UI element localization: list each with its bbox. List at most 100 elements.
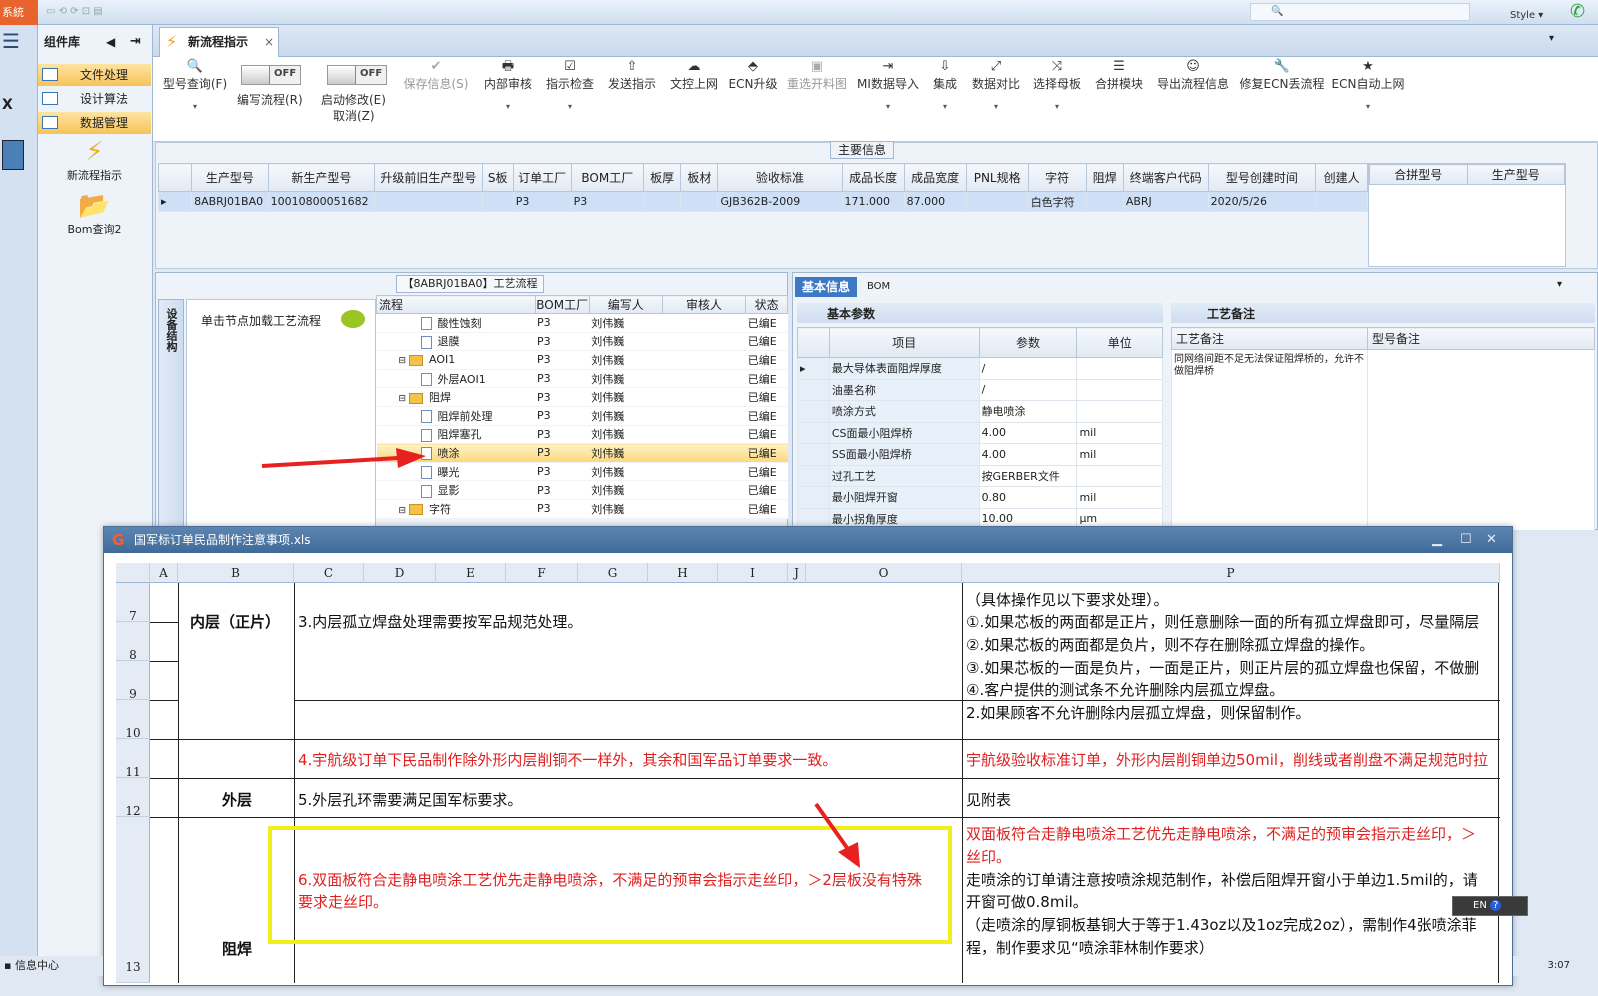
expand-icon[interactable]: ⊟ bbox=[399, 356, 407, 366]
table-cell[interactable]: 刘伟巍 bbox=[589, 406, 663, 426]
cell-p12[interactable]: 见附表 bbox=[966, 789, 1011, 810]
cell-p13-line6[interactable]: 程，制作要求见“喷涂菲林制作要求） bbox=[966, 937, 1214, 958]
column-header[interactable]: B bbox=[178, 563, 294, 583]
column-header[interactable]: F bbox=[506, 563, 578, 583]
doc-online-button[interactable]: ☁ 文控上网 bbox=[665, 59, 723, 92]
table-row[interactable]: 最小阻焊开窗 0.80 mil bbox=[797, 486, 1163, 509]
table-row[interactable]: ▸ 8ABRJ01BA0 10010800051682 P3 P3 GJB362… bbox=[157, 191, 1368, 212]
export-flow-button[interactable]: ☺ 导出流程信息 bbox=[1153, 59, 1233, 92]
table-cell[interactable]: ABRJ bbox=[1122, 191, 1209, 212]
tab-basic-info[interactable]: 基本信息 bbox=[795, 277, 857, 297]
column-header[interactable]: 参数 bbox=[978, 327, 1078, 358]
table-cell[interactable]: 已编E bbox=[745, 480, 788, 500]
table-cell[interactable]: P3 bbox=[535, 332, 590, 352]
table-cell[interactable] bbox=[680, 191, 719, 212]
info-center-link[interactable]: 信息中心 bbox=[15, 959, 59, 972]
table-cell[interactable]: 已编E bbox=[745, 369, 788, 389]
table-cell[interactable]: GJB362B-2009 bbox=[717, 191, 843, 212]
table-cell[interactable] bbox=[662, 387, 746, 407]
tab-equipment-structure[interactable]: 设备结构 bbox=[158, 299, 184, 529]
pin-icon[interactable]: ⇥ bbox=[130, 25, 141, 59]
flow-node[interactable]: 外层AOI1 bbox=[376, 369, 536, 389]
cell-p8-line1[interactable]: ①.如果芯板的两面都是正片，则任意删除一面的所有孤立焊盘即可，尽量隔层 bbox=[966, 611, 1479, 632]
style-menu[interactable]: Style ▾ bbox=[1510, 10, 1543, 21]
save-info-button[interactable]: ✔ 保存信息(S) bbox=[403, 59, 469, 92]
table-cell[interactable]: 4.00 bbox=[978, 443, 1078, 466]
row-header[interactable]: 10 bbox=[116, 700, 150, 740]
column-header[interactable]: 订单工厂 bbox=[512, 163, 572, 192]
flow-node[interactable]: 阻焊塞孔 bbox=[376, 425, 536, 445]
start-modify-toggle[interactable]: OFF bbox=[327, 65, 387, 85]
table-cell[interactable] bbox=[662, 425, 746, 445]
table-cell[interactable]: mil bbox=[1076, 443, 1163, 466]
cell-c11[interactable]: 4.宇航级订单下民品制作除外形内层削铜不一样外，其余和国军品订单要求一致。 bbox=[298, 749, 837, 770]
flow-node[interactable]: 酸性蚀刻 bbox=[376, 313, 536, 333]
library-item-data[interactable]: 数据管理 bbox=[38, 112, 151, 134]
table-cell[interactable]: 刘伟巍 bbox=[589, 499, 663, 519]
table-cell[interactable]: 静电喷涂 bbox=[978, 400, 1078, 423]
cell-p11[interactable]: 宇航级验收标准订单，外形内层削铜单边50mil，削线或者削盘不满足规范时拉 bbox=[966, 749, 1488, 770]
table-cell[interactable] bbox=[1315, 191, 1368, 212]
table-cell[interactable]: 刘伟巍 bbox=[589, 387, 663, 407]
table-row[interactable]: 退膜 P3 刘伟巍 已编E bbox=[376, 332, 788, 352]
internal-review-button[interactable]: 🖶 内部审核 ▾ bbox=[479, 59, 537, 111]
column-header[interactable]: 新生产型号 bbox=[267, 163, 376, 192]
column-header[interactable]: C bbox=[294, 563, 364, 583]
table-cell[interactable] bbox=[662, 313, 746, 333]
table-cell[interactable] bbox=[662, 462, 746, 482]
table-cell[interactable]: 最小阻焊开窗 bbox=[828, 486, 980, 509]
table-cell[interactable]: P3 bbox=[535, 480, 590, 500]
integrate-button[interactable]: ⇩ 集成 ▾ bbox=[925, 59, 965, 111]
table-cell[interactable]: 已编E bbox=[745, 406, 788, 426]
cell-p7[interactable]: （具体操作见以下要求处理）。 bbox=[966, 589, 1169, 610]
table-cell[interactable]: / bbox=[978, 378, 1078, 401]
cell-p9-line2[interactable]: ④.客户提供的测试条不允许删除内层孤立焊盘。 bbox=[966, 679, 1284, 700]
cell-c7[interactable]: 3.内层孤立焊盘处理需要按军品规范处理。 bbox=[298, 611, 582, 632]
table-cell[interactable]: 已编E bbox=[745, 443, 788, 463]
table-cell[interactable]: 已编E bbox=[745, 332, 788, 352]
select-all-corner[interactable] bbox=[116, 563, 150, 583]
column-header[interactable]: O bbox=[806, 563, 962, 583]
table-cell[interactable]: mil bbox=[1076, 421, 1163, 444]
quick-access-icon[interactable]: ▭ ⟲ ⟳ ⊡ ▤ bbox=[46, 4, 103, 20]
table-cell[interactable]: P3 bbox=[570, 191, 645, 212]
table-row[interactable]: 显影 P3 刘伟巍 已编E bbox=[376, 480, 788, 500]
table-cell[interactable]: 0.80 bbox=[978, 486, 1078, 509]
cell-c12[interactable]: 5.外层孔环需要满足国军标要求。 bbox=[298, 789, 522, 810]
table-cell[interactable] bbox=[374, 191, 483, 212]
column-header[interactable]: 工艺备注 bbox=[1171, 327, 1368, 350]
table-cell[interactable] bbox=[662, 443, 746, 463]
process-note-cell[interactable]: 同网络间距不足无法保证阻焊桥的，允许不做阻焊桥 bbox=[1171, 349, 1368, 531]
cell-p13-line2[interactable]: 丝印。 bbox=[966, 846, 1011, 867]
table-cell[interactable]: 已编E bbox=[745, 387, 788, 407]
ecn-upgrade-button[interactable]: ⬘ ECN升级 bbox=[725, 59, 781, 92]
table-cell[interactable]: 最大导体表面阻焊厚度 bbox=[828, 357, 980, 380]
column-header[interactable]: H bbox=[648, 563, 718, 583]
column-header[interactable]: 终端客户代码 bbox=[1122, 163, 1209, 192]
column-header[interactable]: 板材 bbox=[680, 163, 719, 192]
column-header[interactable]: J bbox=[788, 563, 806, 583]
column-header[interactable]: 升级前旧生产型号 bbox=[374, 163, 483, 192]
app-badge[interactable]: 系統 bbox=[0, 0, 38, 25]
table-cell[interactable]: 按GERBER文件 bbox=[978, 464, 1078, 487]
column-header[interactable]: 成品宽度 bbox=[903, 163, 967, 192]
column-header[interactable]: 创建人 bbox=[1315, 163, 1368, 192]
instruction-check-button[interactable]: ☑ 指示检查 ▾ bbox=[541, 59, 599, 111]
hamburger-icon[interactable]: ☰ bbox=[2, 31, 20, 51]
table-cell[interactable]: mil bbox=[1076, 486, 1163, 509]
model-query-button[interactable]: 🔍 型号查询(F) ▾ bbox=[159, 59, 231, 111]
flow-node[interactable]: 显影 bbox=[376, 480, 536, 500]
library-bom-query[interactable]: 📂 Bom查询2 bbox=[38, 191, 151, 237]
table-cell[interactable]: 已编E bbox=[745, 313, 788, 333]
table-cell[interactable]: 已编E bbox=[745, 499, 788, 519]
column-header[interactable]: BOM工厂 bbox=[534, 295, 590, 314]
row-header[interactable]: 9 bbox=[116, 661, 150, 701]
column-header[interactable]: 生产型号 bbox=[191, 163, 269, 192]
table-cell[interactable]: 刘伟巍 bbox=[589, 313, 663, 333]
table-cell[interactable]: P3 bbox=[535, 387, 590, 407]
table-cell[interactable] bbox=[965, 191, 1029, 212]
table-row[interactable]: 阻焊塞孔 P3 刘伟巍 已编E bbox=[376, 425, 788, 445]
expand-icon[interactable]: ⊟ bbox=[399, 506, 407, 516]
table-row[interactable]: CS面最小阻焊桥 4.00 mil bbox=[797, 421, 1163, 444]
select-motherboard-button[interactable]: ⤨ 选择母板 ▾ bbox=[1029, 59, 1085, 111]
